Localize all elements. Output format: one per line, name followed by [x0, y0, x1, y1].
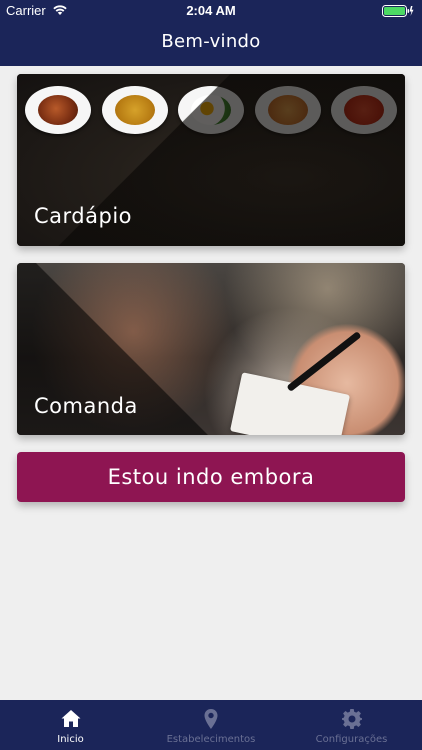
gear-icon [341, 708, 363, 730]
tab-home[interactable]: Inicio [0, 700, 141, 750]
status-bar: Carrier 2:04 AM [0, 0, 422, 22]
tab-establishments[interactable]: Estabelecimentos [141, 700, 281, 750]
home-icon [60, 708, 82, 730]
status-time: 2:04 AM [186, 3, 236, 18]
battery-icon [382, 5, 414, 17]
leave-button[interactable]: Estou indo embora [17, 452, 405, 502]
tab-bar: Inicio Estabelecimentos Configurações [0, 700, 422, 750]
tab-home-label: Inicio [57, 734, 84, 745]
menu-card[interactable]: Cardápio [17, 74, 405, 246]
order-card-label: Comanda [34, 394, 138, 418]
tab-establishments-label: Estabelecimentos [166, 734, 256, 745]
page-title: Bem-vindo [161, 31, 261, 52]
tab-settings[interactable]: Configurações [281, 700, 422, 750]
menu-card-label: Cardápio [34, 204, 133, 228]
tab-settings-label: Configurações [315, 734, 388, 745]
location-pin-icon [200, 708, 222, 730]
top-header: Carrier 2:04 AM Bem-vindo [0, 0, 422, 66]
order-card[interactable]: Comanda [17, 263, 405, 435]
